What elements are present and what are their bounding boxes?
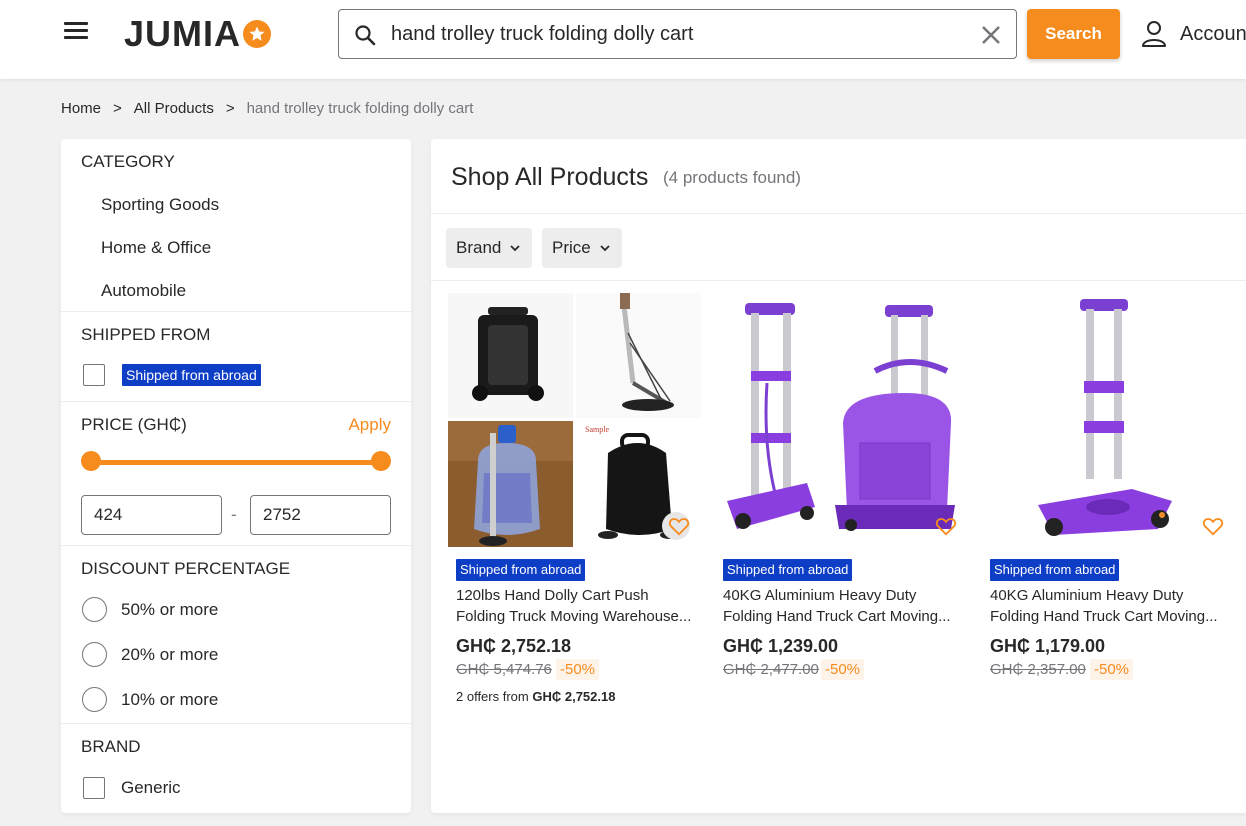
product-card[interactable]: Sample Shipped from abroad 120lbs Hand D… <box>431 291 701 711</box>
discount-badge: -50% <box>556 659 600 680</box>
brand-section: BRAND Generic <box>61 724 411 813</box>
product-image[interactable]: Sample <box>448 293 701 547</box>
product-price: GH₵ 2,752.18 <box>456 636 572 656</box>
product-price: GH₵ 1,179.00 <box>990 636 1106 656</box>
brand-filter-label: Brand <box>456 238 502 257</box>
shipped-from-abroad-checkbox[interactable] <box>83 364 105 386</box>
jumia-logo[interactable]: JUMIA <box>124 13 272 54</box>
price-range-dash: - <box>231 505 237 524</box>
brand-generic-checkbox[interactable] <box>83 777 105 799</box>
price-filter-label: Price <box>552 238 591 257</box>
product-old-price: GH₵ 2,357.00 <box>990 661 1086 678</box>
search-input[interactable] <box>391 18 961 50</box>
breadcrumb-all-products[interactable]: All Products <box>134 100 214 117</box>
product-name-line2: Folding Truck Moving Warehouse... <box>456 608 692 625</box>
price-apply-button[interactable]: Apply <box>348 415 391 435</box>
discount-option-10[interactable]: 10% or more <box>82 687 218 712</box>
product-count: (4 products found) <box>663 168 801 187</box>
filter-sidebar: CATEGORY Sporting Goods Home & Office Au… <box>61 139 411 813</box>
price-filter-dropdown[interactable]: Price <box>542 228 622 268</box>
search-icon <box>355 25 376 46</box>
sample-watermark-label: Sample <box>585 425 609 434</box>
product-price: GH₵ 1,239.00 <box>723 636 839 656</box>
product-name-line1: 40KG Aluminium Heavy Duty <box>990 587 1184 604</box>
discount-section: DISCOUNT PERCENTAGE 50% or more 20% or m… <box>61 546 411 724</box>
product-name-line1: 120lbs Hand Dolly Cart Push <box>456 587 649 604</box>
breadcrumb: Home > All Products > hand trolley truck… <box>61 100 473 117</box>
brand-option-generic[interactable]: Generic <box>83 777 181 799</box>
category-item-sporting-goods[interactable]: Sporting Goods <box>61 183 411 226</box>
product-image[interactable] <box>982 293 1235 547</box>
product-name: 120lbs Hand Dolly Cart Push Folding Truc… <box>456 585 696 627</box>
search-button[interactable]: Search <box>1027 9 1120 59</box>
account-label: Accoun <box>1180 22 1246 45</box>
discount-50-label: 50% or more <box>121 599 219 619</box>
price-max-input[interactable] <box>250 495 391 535</box>
price-range-min-handle[interactable] <box>81 451 101 471</box>
discount-20-label: 20% or more <box>121 644 219 664</box>
brand-filter-dropdown[interactable]: Brand <box>446 228 532 268</box>
shipped-from-abroad-badge: Shipped from abroad <box>723 559 853 581</box>
shipped-from-section: SHIPPED FROM Shipped from abroad <box>61 312 411 402</box>
product-old-price: GH₵ 2,477.00 <box>723 661 819 678</box>
wishlist-heart-icon[interactable] <box>1202 515 1224 537</box>
discount-20-radio[interactable] <box>82 642 107 667</box>
discount-10-label: 10% or more <box>121 689 219 709</box>
discount-badge: -50% <box>1090 659 1134 680</box>
discount-option-50[interactable]: 50% or more <box>82 597 218 622</box>
product-offers[interactable]: 2 offers from GH₵ 2,752.18 <box>456 689 615 704</box>
category-item-automobile[interactable]: Automobile <box>61 269 411 312</box>
price-range-track[interactable] <box>91 460 381 465</box>
brand-generic-label: Generic <box>121 778 181 797</box>
hamburger-menu-icon[interactable] <box>64 22 88 42</box>
category-item-home-office[interactable]: Home & Office <box>61 226 411 269</box>
wishlist-heart-icon[interactable] <box>668 515 690 537</box>
discount-title: DISCOUNT PERCENTAGE <box>81 559 291 578</box>
search-box <box>338 9 1017 59</box>
product-listing: Shop All Products (4 products found) Bra… <box>431 139 1246 813</box>
site-header: JUMIA Search Accoun <box>0 0 1246 79</box>
offers-prefix: 2 offers from <box>456 689 529 704</box>
page-title: Shop All Products <box>451 163 649 191</box>
filter-bar: Brand Price <box>431 214 1246 281</box>
product-name-line2: Folding Hand Truck Cart Moving... <box>990 608 1218 625</box>
discount-10-radio[interactable] <box>82 687 107 712</box>
product-name: 40KG Aluminium Heavy Duty Folding Hand T… <box>723 585 963 627</box>
category-section: CATEGORY Sporting Goods Home & Office Au… <box>61 139 411 312</box>
shipped-from-abroad-badge: Shipped from abroad <box>456 559 586 581</box>
account-menu[interactable]: Accoun <box>1140 16 1246 52</box>
shipped-from-abroad-option[interactable]: Shipped from abroad <box>83 364 261 386</box>
logo-star-icon <box>243 20 272 48</box>
category-title: CATEGORY <box>81 152 175 171</box>
chevron-down-icon <box>510 245 521 252</box>
breadcrumb-separator: > <box>113 100 122 117</box>
shipped-from-abroad-badge: Shipped from abroad <box>122 364 261 386</box>
shipped-from-title: SHIPPED FROM <box>81 325 211 344</box>
clear-search-icon[interactable] <box>979 23 1003 47</box>
product-name: 40KG Aluminium Heavy Duty Folding Hand T… <box>990 585 1230 627</box>
breadcrumb-current: hand trolley truck folding dolly cart <box>246 100 474 117</box>
product-name-line2: Folding Hand Truck Cart Moving... <box>723 608 951 625</box>
product-card[interactable]: Shipped from abroad 40KG Aluminium Heavy… <box>698 291 968 711</box>
discount-option-20[interactable]: 20% or more <box>82 642 218 667</box>
breadcrumb-separator: > <box>225 100 235 117</box>
product-card[interactable]: Shipped from abroad 40KG Aluminium Heavy… <box>965 291 1235 711</box>
price-range-max-handle[interactable] <box>371 451 391 471</box>
breadcrumb-home[interactable]: Home <box>61 100 101 117</box>
product-name-line1: 40KG Aluminium Heavy Duty <box>723 587 917 604</box>
discount-50-radio[interactable] <box>82 597 107 622</box>
brand-title: BRAND <box>81 737 141 756</box>
chevron-down-icon <box>600 245 610 252</box>
product-image[interactable] <box>715 293 968 547</box>
logo-text: JUMIA <box>124 13 242 54</box>
listing-header: Shop All Products (4 products found) <box>431 139 1246 214</box>
price-min-input[interactable] <box>81 495 222 535</box>
shipped-from-abroad-badge: Shipped from abroad <box>990 559 1120 581</box>
wishlist-heart-icon[interactable] <box>935 515 957 537</box>
discount-badge: -50% <box>821 659 865 680</box>
product-old-price: GH₵ 5,474.76 <box>456 661 552 678</box>
offers-price: GH₵ 2,752.18 <box>532 689 616 704</box>
account-icon <box>1142 21 1166 47</box>
